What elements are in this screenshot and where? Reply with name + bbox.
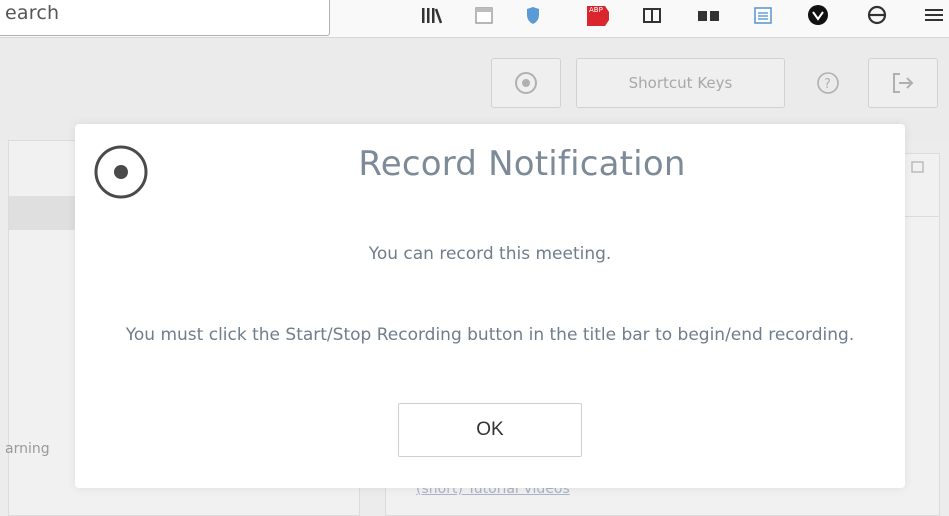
panel-popout-icon[interactable] [909,158,929,178]
sidebar-icon[interactable] [641,2,663,28]
record-toggle-button[interactable] [491,58,561,108]
browser-toolbar: earch ABP [0,0,949,38]
adblock-icon[interactable]: ABP [583,2,617,28]
shortcut-keys-label: Shortcut Keys [628,74,733,92]
left-panel-partial-text: arning [5,441,50,457]
sync-icon[interactable] [866,2,888,28]
dialog-message-instructions: You must click the Start/Stop Recording … [125,325,855,345]
reader-list-icon[interactable] [752,2,774,28]
wolfram-icon[interactable] [806,2,830,28]
svg-text:?: ? [824,77,831,92]
shortcut-keys-button[interactable]: Shortcut Keys [576,58,785,108]
exit-icon [893,73,914,93]
library-icon[interactable] [420,2,444,28]
help-icon: ? [817,72,839,94]
reader-view-icon[interactable] [473,2,495,28]
ok-button[interactable]: OK [398,403,582,457]
browser-search-text: earch [5,2,60,24]
adblock-badge-text: ABP [589,6,603,14]
browser-search-box[interactable]: earch [0,0,330,36]
exit-button[interactable] [868,58,938,108]
dialog-message-record-allowed: You can record this meeting. [368,244,612,264]
menu-icon[interactable] [922,2,946,28]
shield-icon[interactable] [523,2,543,28]
container-icon[interactable] [696,2,722,28]
record-icon [515,72,537,94]
dialog-title: Record Notification [358,144,686,184]
help-button[interactable]: ? [800,58,856,108]
record-notification-dialog: Record Notification You can record this … [75,124,905,488]
